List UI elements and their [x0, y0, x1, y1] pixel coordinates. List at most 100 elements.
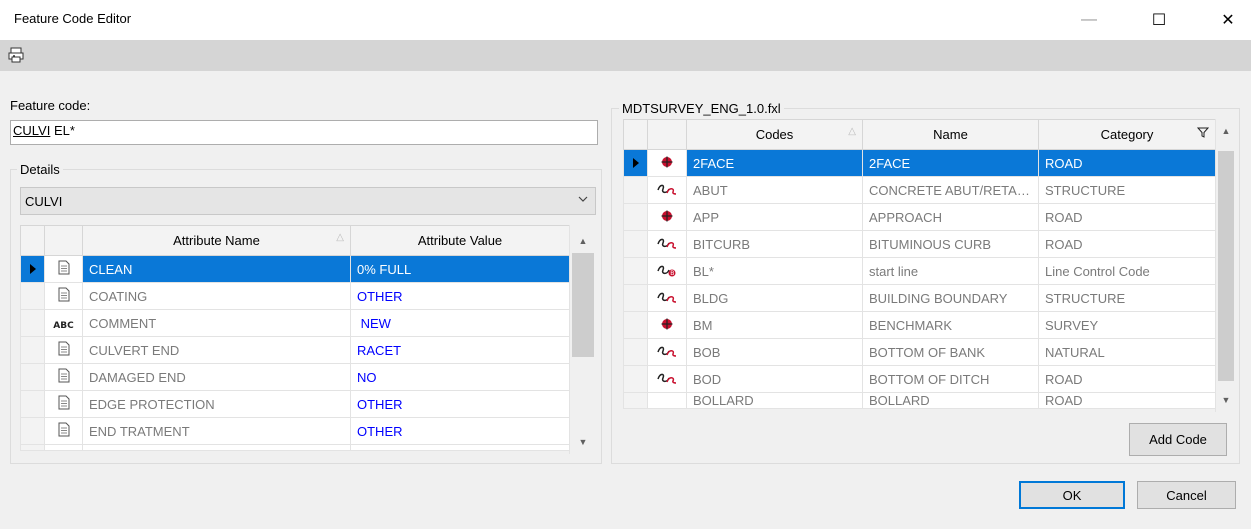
- attribute-row[interactable]: CLEAN 0% FULL: [20, 255, 570, 283]
- name-cell[interactable]: BOTTOM OF BANK: [862, 338, 1039, 366]
- name-cell[interactable]: 2FACE: [862, 149, 1039, 177]
- scroll-down-icon[interactable]: ▼: [570, 432, 596, 452]
- scroll-thumb[interactable]: [572, 253, 594, 357]
- attribute-row[interactable]: CULVERT END RACET: [20, 336, 570, 364]
- row-header[interactable]: [623, 392, 648, 409]
- code-row[interactable]: BM BENCHMARK SURVEY: [623, 311, 1216, 339]
- print-preview-icon[interactable]: [8, 47, 26, 63]
- attribute-name-cell[interactable]: END TRATMENT: [82, 417, 351, 445]
- scroll-up-icon[interactable]: ▲: [1216, 121, 1236, 141]
- row-header[interactable]: [623, 311, 648, 339]
- close-button[interactable]: ✕: [1205, 0, 1251, 40]
- name-cell[interactable]: BOLLARD: [862, 392, 1039, 409]
- category-cell[interactable]: Line Control Code: [1038, 257, 1216, 285]
- category-cell[interactable]: NATURAL: [1038, 338, 1216, 366]
- name-cell[interactable]: BITUMINOUS CURB: [862, 230, 1039, 258]
- codes-header[interactable]: Codes △: [686, 119, 863, 150]
- row-header[interactable]: [20, 282, 45, 310]
- code-row[interactable]: BOLLARD BOLLARD ROAD: [623, 392, 1216, 409]
- row-header[interactable]: [623, 149, 648, 177]
- row-header[interactable]: [623, 338, 648, 366]
- code-row[interactable]: BLDG BUILDING BOUNDARY STRUCTURE: [623, 284, 1216, 312]
- attribute-value-cell[interactable]: NO: [350, 363, 570, 391]
- code-cell[interactable]: BM: [686, 311, 863, 339]
- row-header[interactable]: [20, 417, 45, 445]
- add-code-button[interactable]: Add Code: [1129, 423, 1227, 456]
- code-cell[interactable]: 2FACE: [686, 149, 863, 177]
- minimize-button[interactable]: —: [1066, 0, 1112, 40]
- attribute-value-cell[interactable]: NEW: [350, 309, 570, 337]
- cancel-button[interactable]: Cancel: [1137, 481, 1236, 509]
- name-cell[interactable]: CONCRETE ABUT/RETAINING WALL: [862, 176, 1039, 204]
- category-cell[interactable]: STRUCTURE: [1038, 176, 1216, 204]
- name-cell[interactable]: BOTTOM OF DITCH: [862, 365, 1039, 393]
- category-cell[interactable]: ROAD: [1038, 392, 1216, 409]
- category-cell[interactable]: ROAD: [1038, 230, 1216, 258]
- scroll-thumb[interactable]: [1218, 151, 1234, 381]
- feature-code-input[interactable]: CULVI EL*: [10, 120, 598, 145]
- code-row[interactable]: B BL* start line Line Control Code: [623, 257, 1216, 285]
- code-cell[interactable]: BLDG: [686, 284, 863, 312]
- row-header[interactable]: [20, 255, 45, 283]
- row-header[interactable]: [623, 257, 648, 285]
- attribute-name-cell[interactable]: COATING: [82, 282, 351, 310]
- row-header[interactable]: [623, 203, 648, 231]
- name-cell[interactable]: BUILDING BOUNDARY: [862, 284, 1039, 312]
- code-row[interactable]: BOB BOTTOM OF BANK NATURAL: [623, 338, 1216, 366]
- codes-scrollbar[interactable]: ▲ ▼: [1215, 119, 1236, 412]
- attributes-scrollbar[interactable]: ▲ ▼: [569, 225, 596, 454]
- row-header[interactable]: [623, 176, 648, 204]
- code-cell[interactable]: APP: [686, 203, 863, 231]
- attribute-name-cell[interactable]: DAMAGED END: [82, 363, 351, 391]
- scroll-up-icon[interactable]: ▲: [570, 231, 596, 251]
- attribute-name-header[interactable]: Attribute Name △: [82, 225, 351, 256]
- code-row[interactable]: 2FACE 2FACE ROAD: [623, 149, 1216, 177]
- attribute-name-cell[interactable]: EDGE PROTECTION: [82, 390, 351, 418]
- attribute-name-cell[interactable]: CULVERT END: [82, 336, 351, 364]
- row-header[interactable]: [623, 284, 648, 312]
- details-combo[interactable]: CULVI: [20, 187, 596, 215]
- code-row[interactable]: APP APPROACH ROAD: [623, 203, 1216, 231]
- row-header[interactable]: [20, 336, 45, 364]
- row-header[interactable]: [20, 363, 45, 391]
- attribute-name-cell[interactable]: CLEAN: [82, 255, 351, 283]
- attribute-value-header[interactable]: Attribute Value: [350, 225, 570, 256]
- scroll-down-icon[interactable]: ▼: [1216, 390, 1236, 410]
- row-header[interactable]: [623, 365, 648, 393]
- attribute-row[interactable]: END TRATMENT OTHER: [20, 417, 570, 445]
- code-row[interactable]: BOD BOTTOM OF DITCH ROAD: [623, 365, 1216, 393]
- name-cell[interactable]: APPROACH: [862, 203, 1039, 231]
- attribute-row[interactable]: EDGE PROTECTION OTHER: [20, 390, 570, 418]
- code-row[interactable]: BITCURB BITUMINOUS CURB ROAD: [623, 230, 1216, 258]
- category-cell[interactable]: ROAD: [1038, 203, 1216, 231]
- code-cell[interactable]: BL*: [686, 257, 863, 285]
- attribute-name-cell[interactable]: COMMENT: [82, 309, 351, 337]
- maximize-button[interactable]: ☐: [1136, 0, 1182, 40]
- filter-icon[interactable]: [1196, 127, 1210, 141]
- code-cell[interactable]: BITCURB: [686, 230, 863, 258]
- category-cell[interactable]: ROAD: [1038, 149, 1216, 177]
- attribute-value-cell[interactable]: OTHER: [350, 390, 570, 418]
- name-header[interactable]: Name: [862, 119, 1039, 150]
- row-header[interactable]: [20, 390, 45, 418]
- attribute-value-cell[interactable]: RACET: [350, 336, 570, 364]
- attribute-value-cell[interactable]: OTHER: [350, 282, 570, 310]
- name-cell[interactable]: start line: [862, 257, 1039, 285]
- attribute-row[interactable]: DAMAGED END NO: [20, 363, 570, 391]
- category-header[interactable]: Category: [1038, 119, 1216, 150]
- code-cell[interactable]: BOB: [686, 338, 863, 366]
- category-cell[interactable]: ROAD: [1038, 365, 1216, 393]
- code-cell[interactable]: ABUT: [686, 176, 863, 204]
- row-header[interactable]: [20, 309, 45, 337]
- attribute-row[interactable]: ABC COMMENT NEW: [20, 309, 570, 337]
- category-cell[interactable]: STRUCTURE: [1038, 284, 1216, 312]
- code-row[interactable]: ABUTCONCRETE ABUT/RETAINING WALLSTRUCTUR…: [623, 176, 1216, 204]
- attribute-row[interactable]: COATING OTHER: [20, 282, 570, 310]
- name-cell[interactable]: BENCHMARK: [862, 311, 1039, 339]
- attribute-value-cell[interactable]: OTHER: [350, 417, 570, 445]
- attribute-value-cell[interactable]: 0% FULL: [350, 255, 570, 283]
- category-cell[interactable]: SURVEY: [1038, 311, 1216, 339]
- code-cell[interactable]: BOLLARD: [686, 392, 863, 409]
- row-header[interactable]: [623, 230, 648, 258]
- code-cell[interactable]: BOD: [686, 365, 863, 393]
